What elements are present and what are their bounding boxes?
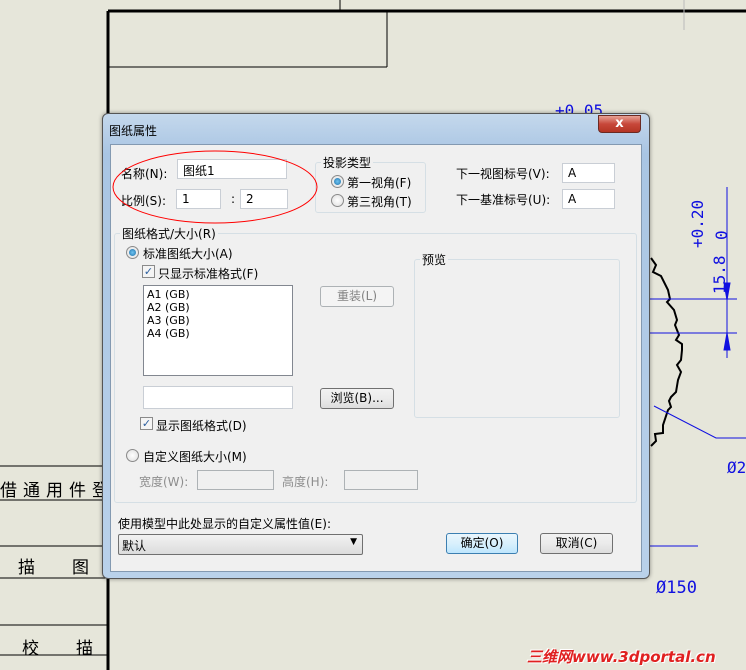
name-input[interactable]: 图纸1 xyxy=(177,159,287,179)
title-block-cell: 描 图 xyxy=(18,558,99,578)
name-label: 名称(N): xyxy=(121,167,168,181)
sheet-format-legend: 图纸格式/大小(R) xyxy=(120,225,218,242)
dialog-title: 图纸属性 xyxy=(109,124,158,138)
title-block-cell: 校 描 xyxy=(22,639,103,659)
preview-label: 预览 xyxy=(420,251,449,268)
reload-button[interactable]: 重装(L) xyxy=(320,286,394,307)
next-view-input[interactable]: A xyxy=(562,163,615,183)
custom-property-value: 默认 xyxy=(122,539,147,553)
format-path-input[interactable] xyxy=(143,386,293,409)
scale-label: 比例(S): xyxy=(121,194,167,208)
list-item[interactable]: A4 (GB) xyxy=(147,327,289,340)
chevron-down-icon: ▼ xyxy=(350,537,357,547)
sheet-properties-dialog: 图纸属性 x 名称(N): 图纸1 比例(S): 1 : 2 投影类型 第一视角… xyxy=(102,113,650,579)
dimension-diameter-small: Ø2 xyxy=(727,458,746,477)
height-label: 高度(H): xyxy=(282,475,329,489)
sheet-size-list[interactable]: A1 (GB) A2 (GB) A3 (GB) A4 (GB) xyxy=(143,285,293,376)
list-item[interactable]: A1 (GB) xyxy=(147,288,289,301)
custom-size-radio[interactable] xyxy=(126,449,139,462)
dimension-value: 15.8 xyxy=(710,255,729,294)
standard-size-label[interactable]: 标准图纸大小(A) xyxy=(143,245,233,262)
list-item[interactable]: A3 (GB) xyxy=(147,314,289,327)
dimension-diameter-150: Ø150 xyxy=(656,578,697,598)
width-input[interactable] xyxy=(197,470,274,490)
show-format-checkbox[interactable]: ✓ xyxy=(140,417,153,430)
height-input[interactable] xyxy=(344,470,418,490)
scale-denominator-input[interactable]: 2 xyxy=(240,189,288,209)
first-angle-label[interactable]: 第一视角(F) xyxy=(347,174,411,191)
dialog-body: 名称(N): 图纸1 比例(S): 1 : 2 投影类型 第一视角(F) 第三视… xyxy=(110,144,642,572)
dimension-tolerance: +0.20 xyxy=(688,199,707,248)
list-item[interactable]: A2 (GB) xyxy=(147,301,289,314)
third-angle-radio[interactable] xyxy=(331,194,344,207)
ok-button[interactable]: 确定(O) xyxy=(446,533,518,554)
next-view-label: 下一视图标号(V): xyxy=(456,167,550,181)
only-standard-checkbox[interactable]: ✓ xyxy=(142,265,155,278)
projection-legend: 投影类型 xyxy=(321,154,374,171)
only-standard-label[interactable]: 只显示标准格式(F) xyxy=(158,265,258,282)
show-format-label[interactable]: 显示图纸格式(D) xyxy=(156,417,247,434)
custom-property-label: 使用模型中此处显示的自定义属性值(E): xyxy=(118,517,331,531)
standard-size-radio[interactable] xyxy=(126,246,139,259)
dimension-tolerance-lower: 0 xyxy=(712,230,731,240)
scale-numerator-input[interactable]: 1 xyxy=(176,189,221,209)
third-angle-label[interactable]: 第三视角(T) xyxy=(347,193,412,210)
custom-size-label[interactable]: 自定义图纸大小(M) xyxy=(143,448,247,465)
next-datum-label: 下一基准标号(U): xyxy=(456,193,551,207)
close-button[interactable]: x xyxy=(598,115,641,133)
custom-property-select[interactable]: 默认 ▼ xyxy=(118,534,363,555)
first-angle-radio[interactable] xyxy=(331,175,344,188)
width-label: 宽度(W): xyxy=(139,475,189,489)
preview-panel xyxy=(414,259,620,418)
scale-separator: : xyxy=(231,192,236,206)
watermark: 三维网www.3dportal.cn xyxy=(527,648,716,666)
browse-button[interactable]: 浏览(B)... xyxy=(320,388,394,409)
next-datum-input[interactable]: A xyxy=(562,189,615,209)
cancel-button[interactable]: 取消(C) xyxy=(540,533,613,554)
